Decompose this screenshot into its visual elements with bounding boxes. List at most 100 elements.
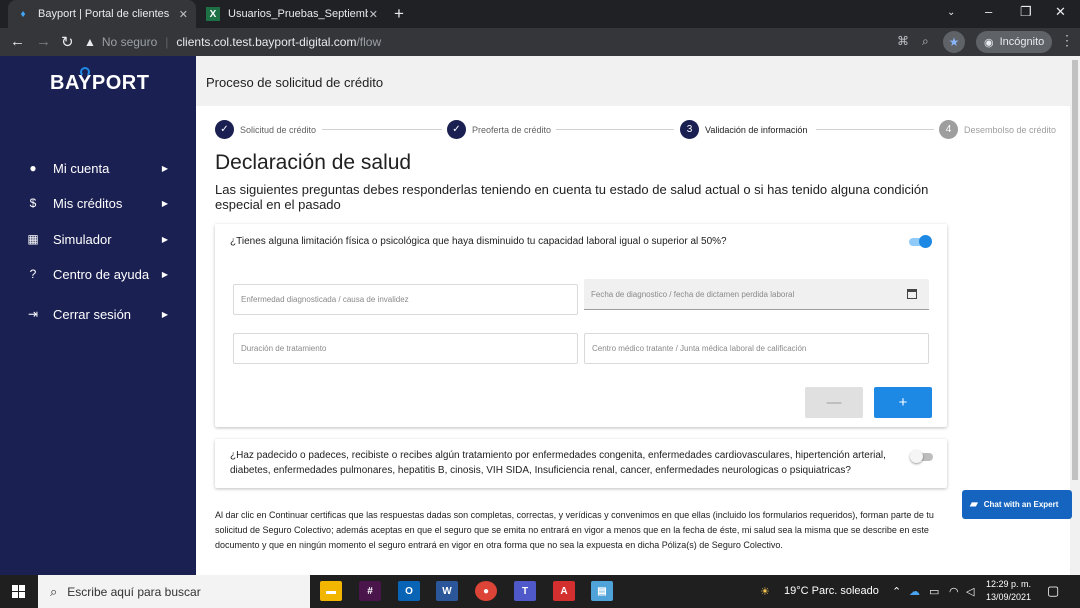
search-placeholder: Escribe aquí para buscar <box>67 584 201 599</box>
step-connector <box>816 129 934 130</box>
taskbar-search[interactable]: ⌕ Escribe aquí para buscar <box>38 575 310 608</box>
sidebar-item-label: Mis créditos <box>53 195 123 211</box>
bookmark-star-icon[interactable]: ★ <box>943 31 965 53</box>
zoom-icon[interactable]: ⌕ <box>922 34 929 49</box>
sidebar-item-mis-creditos[interactable]: $ Mis créditos ▶ <box>0 188 196 218</box>
caret-right-icon: ▶ <box>161 234 168 244</box>
forward-icon[interactable]: → <box>36 33 51 50</box>
step-validacion: 3 Validación de información <box>680 120 807 139</box>
tab-title: Bayport | Portal de clientes <box>38 8 170 20</box>
caret-right-icon: ▶ <box>161 198 168 208</box>
tab-search-icon[interactable]: ⌄ <box>947 7 955 18</box>
back-icon[interactable]: ← <box>10 33 25 50</box>
logout-icon: ⇥ <box>27 307 39 321</box>
notifications-icon[interactable]: ▢ <box>1047 583 1059 599</box>
url-path: /flow <box>356 35 382 49</box>
show-hidden-icons[interactable]: ⌃ <box>892 585 901 598</box>
volume-icon[interactable]: ◁ <box>966 585 974 598</box>
not-secure-label: No seguro <box>101 35 158 49</box>
disease-field[interactable]: Enfermedad diagnosticada / causa de inva… <box>233 284 578 315</box>
step-preoferta: ✓ Preoferta de crédito <box>447 120 551 139</box>
incognito-badge[interactable]: ◉ Incógnito <box>976 31 1053 53</box>
remove-row-button[interactable]: — <box>805 387 863 418</box>
calculator-icon: ▦ <box>27 232 39 246</box>
limitation-toggle[interactable] <box>909 235 932 248</box>
step-label: Solicitud de crédito <box>240 124 317 135</box>
tab-bayport[interactable]: ♦ Bayport | Portal de clientes ✕ <box>8 0 196 28</box>
teams-icon[interactable]: T <box>514 581 536 601</box>
caret-right-icon: ▶ <box>161 309 168 319</box>
minimize-button[interactable]: – <box>985 4 992 19</box>
incognito-label: Incógnito <box>999 36 1045 48</box>
help-icon: ? <box>29 267 37 281</box>
question-card-limitation: ¿Tienes alguna limitación física o psico… <box>215 224 947 427</box>
sidebar: BAYPORT ● Mi cuenta ▶ $ Mis créditos ▶ ▦… <box>0 56 196 575</box>
battery-icon[interactable]: ▭ <box>929 585 939 598</box>
step-solicitud: ✓ Solicitud de crédito <box>215 120 316 139</box>
section-title: Declaración de salud <box>215 151 412 174</box>
excel-icon: X <box>206 7 220 21</box>
step-number: 4 <box>939 120 958 139</box>
bayport-logo[interactable]: BAYPORT <box>50 72 149 95</box>
sidebar-item-centro-de-ayuda[interactable]: ? Centro de ayuda ▶ <box>0 259 196 289</box>
caret-right-icon: ▶ <box>161 163 168 173</box>
browser-tab-bar: ♦ Bayport | Portal de clientes ✕ X Usuar… <box>0 0 1080 28</box>
chrome-icon[interactable]: ● <box>475 581 497 601</box>
dollar-icon: $ <box>29 196 37 210</box>
slack-icon[interactable]: # <box>359 581 381 601</box>
step-label: Validación de información <box>705 124 808 135</box>
notepad-icon[interactable]: ▤ <box>591 581 613 601</box>
chat-label: Chat with an Expert <box>983 500 1059 509</box>
question-card-diseases: ¿Haz padecido o padeces, recibiste o rec… <box>215 439 947 488</box>
sidebar-item-label: Centro de ayuda <box>53 266 150 282</box>
wifi-icon[interactable]: ◠ <box>949 585 959 598</box>
page-header-title: Proceso de solicitud de crédito <box>206 75 384 90</box>
windows-taskbar: ⌕ Escribe aquí para buscar ▬ # O W ● T A… <box>0 575 1080 608</box>
add-row-button[interactable]: + <box>874 387 932 418</box>
calendar-icon[interactable] <box>907 289 917 299</box>
taskbar-clock[interactable]: 12:29 p. m. 13/09/2021 <box>986 578 1031 604</box>
word-icon[interactable]: W <box>436 581 458 601</box>
url-host: clients.col.test.bayport-digital.com <box>176 35 357 49</box>
bayport-favicon: ♦ <box>20 8 26 20</box>
page: BAYPORT ● Mi cuenta ▶ $ Mis créditos ▶ ▦… <box>0 56 1080 575</box>
treatment-duration-field[interactable]: Duración de tratamiento <box>233 333 578 364</box>
weather-label[interactable]: 19°C Parc. soleado <box>784 585 879 597</box>
translate-icon[interactable]: ⌘ <box>897 34 909 48</box>
url-divider: | <box>165 35 169 49</box>
clock-time: 12:29 p. m. <box>986 579 1032 589</box>
warning-icon: ▲ <box>84 35 96 49</box>
main-content: Proceso de solicitud de crédito ✓ Solici… <box>196 56 1070 575</box>
close-window-button[interactable]: ✕ <box>1055 4 1066 20</box>
person-icon: ● <box>29 161 37 175</box>
sidebar-item-mi-cuenta[interactable]: ● Mi cuenta ▶ <box>0 153 196 183</box>
diseases-toggle[interactable] <box>910 450 933 463</box>
logo-mark-icon <box>80 67 90 77</box>
diagnosis-date-label: Fecha de diagnostico / fecha de dictamen… <box>591 289 795 299</box>
reload-icon[interactable]: ↻ <box>61 33 74 51</box>
sidebar-item-label: Mi cuenta <box>53 160 110 176</box>
onedrive-icon[interactable]: ☁ <box>909 585 920 598</box>
step-connector <box>322 129 442 130</box>
acrobat-icon[interactable]: A <box>553 581 575 601</box>
menu-icon[interactable]: ⋮ <box>1060 32 1074 49</box>
tab-excel[interactable]: X Usuarios_Pruebas_Septiembre_O ✕ <box>198 0 386 28</box>
windows-start-icon[interactable] <box>12 585 25 598</box>
diagnosis-date-field[interactable]: Fecha de diagnostico / fecha de dictamen… <box>584 279 929 310</box>
step-number: 3 <box>680 120 699 139</box>
maximize-button[interactable]: ❐ <box>1020 4 1032 20</box>
sidebar-item-simulador[interactable]: ▦ Simulador ▶ <box>0 224 196 254</box>
address-bar[interactable]: ▲ No seguro | clients.col.test.bayport-d… <box>84 31 974 53</box>
close-icon[interactable]: ✕ <box>179 8 188 21</box>
check-icon: ✓ <box>447 120 466 139</box>
scrollbar-thumb[interactable] <box>1072 60 1078 480</box>
chat-with-expert-button[interactable]: ▰ Chat with an Expert <box>962 490 1072 519</box>
outlook-icon[interactable]: O <box>398 581 420 601</box>
new-tab-button[interactable]: + <box>394 4 404 24</box>
close-icon[interactable]: ✕ <box>369 8 378 21</box>
browser-toolbar: ← → ↻ ▲ No seguro | clients.col.test.bay… <box>0 28 1080 56</box>
sidebar-item-cerrar-sesion[interactable]: ⇥ Cerrar sesión ▶ <box>0 299 196 329</box>
file-explorer-icon[interactable]: ▬ <box>320 581 342 601</box>
medical-center-field[interactable]: Centro médico tratante / Junta médica la… <box>584 333 929 364</box>
toggle-knob <box>919 235 932 248</box>
